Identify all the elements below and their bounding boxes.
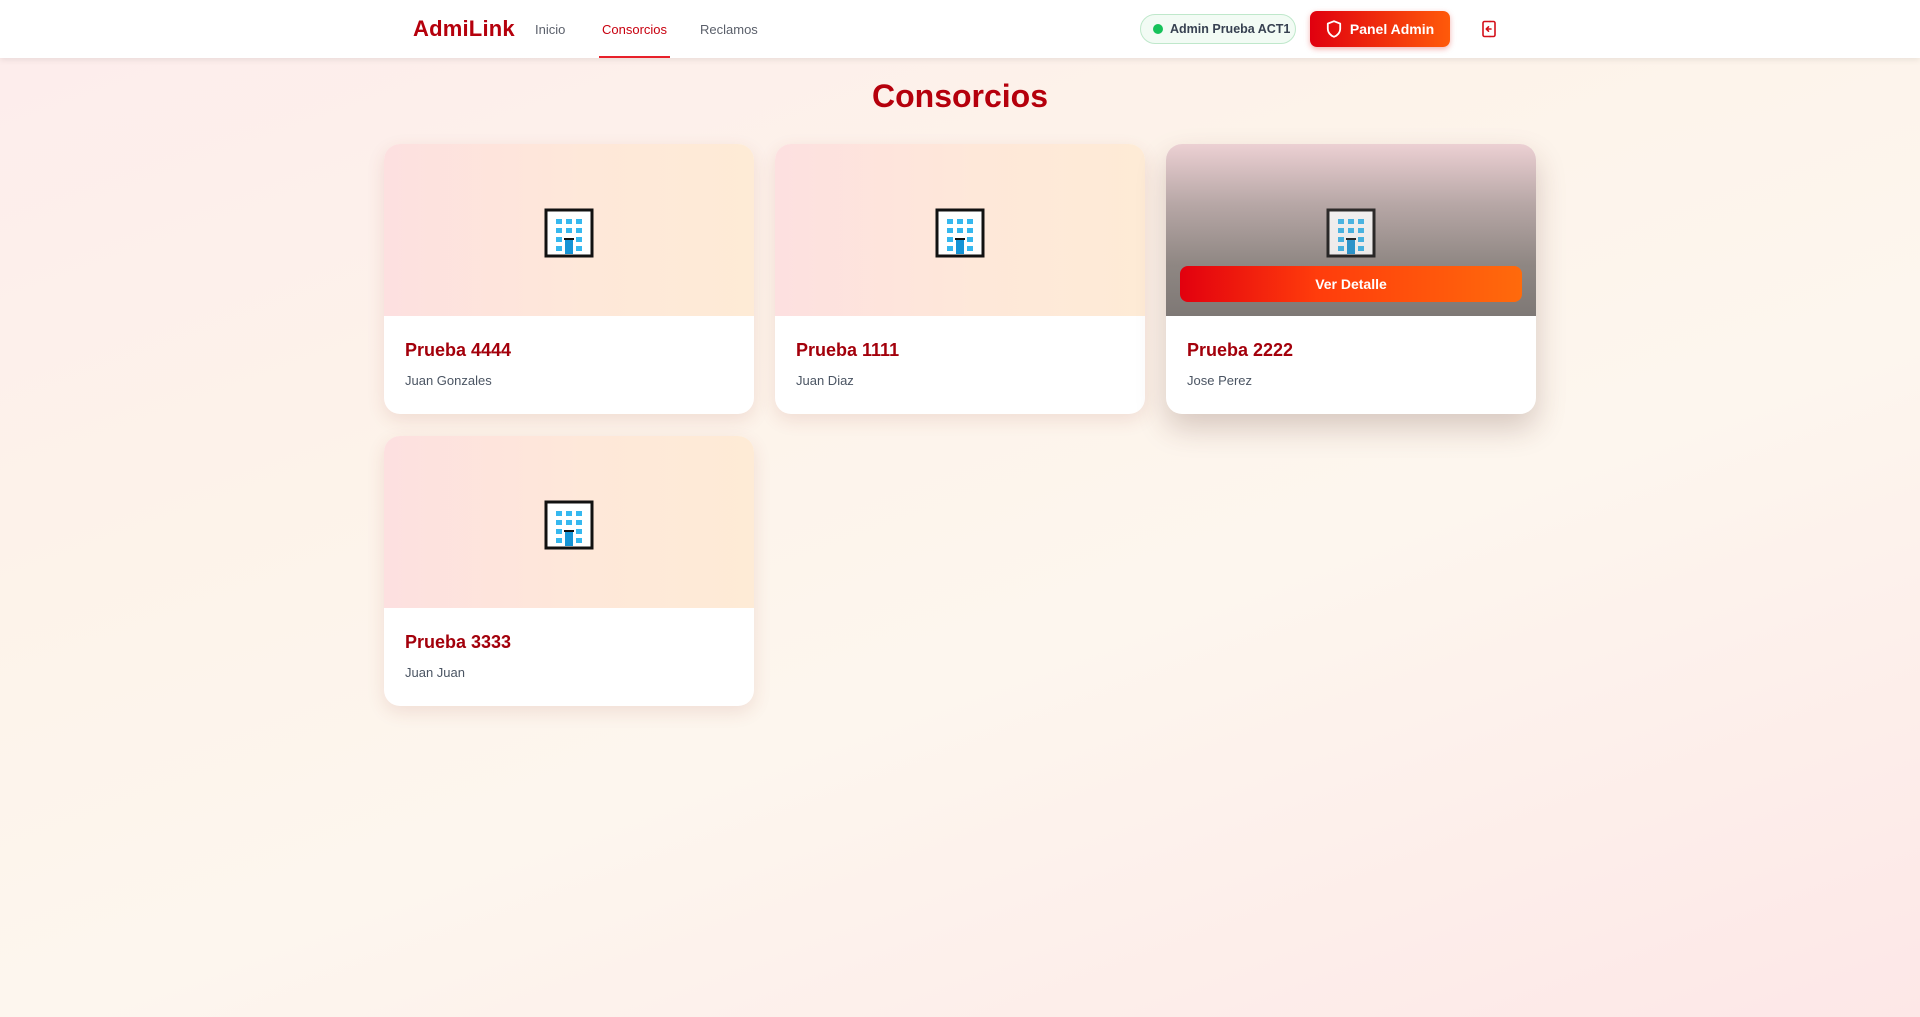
nav-link-inicio[interactable]: Inicio (535, 0, 565, 58)
logout-icon (1482, 20, 1496, 38)
consorcio-admin: Juan Gonzales (405, 373, 492, 388)
admin-panel-label: Panel Admin (1349, 21, 1435, 37)
consorcio-card[interactable]: Prueba 1111 Juan Diaz (775, 144, 1145, 414)
user-status-badge: Admin Prueba ACT1 (1140, 14, 1296, 44)
card-media (384, 436, 754, 608)
consorcio-admin: Jose Perez (1187, 373, 1253, 388)
consorcio-admin: Juan Diaz (796, 373, 854, 388)
consorcio-card[interactable]: Prueba 4444 Juan Gonzales (384, 144, 754, 414)
building-icon (1326, 208, 1376, 258)
shield-icon (1326, 20, 1342, 38)
consorcio-card[interactable]: Prueba 3333 Juan Juan (384, 436, 754, 706)
building-icon (935, 208, 985, 258)
card-media (775, 144, 1145, 316)
consorcio-admin: Juan Juan (405, 665, 465, 680)
user-name: Admin Prueba ACT1 (1170, 22, 1291, 36)
top-navbar: AdmiLink Inicio Consorcios Reclamos Admi… (0, 0, 1920, 58)
page-title: Consorcios (871, 78, 1049, 114)
card-media (384, 144, 754, 316)
consorcio-name: Prueba 2222 (1187, 340, 1294, 360)
building-icon (544, 208, 594, 258)
view-detail-button[interactable]: Ver Detalle (1180, 266, 1522, 302)
nav-link-reclamos[interactable]: Reclamos (700, 0, 758, 58)
admin-panel-button[interactable]: Panel Admin (1310, 11, 1450, 47)
brand-logo[interactable]: AdmiLink (413, 16, 515, 42)
online-status-dot (1153, 24, 1163, 34)
nav-link-consorcios[interactable]: Consorcios (598, 0, 671, 58)
consorcio-name: Prueba 1111 (796, 340, 900, 360)
logout-button[interactable] (1478, 17, 1500, 41)
consorcio-name: Prueba 3333 (405, 632, 512, 652)
building-icon (544, 500, 594, 550)
consorcio-card[interactable]: Ver Detalle Prueba 2222 Jose Perez (1166, 144, 1536, 414)
consorcio-name: Prueba 4444 (405, 340, 512, 360)
card-media: Ver Detalle (1166, 144, 1536, 316)
